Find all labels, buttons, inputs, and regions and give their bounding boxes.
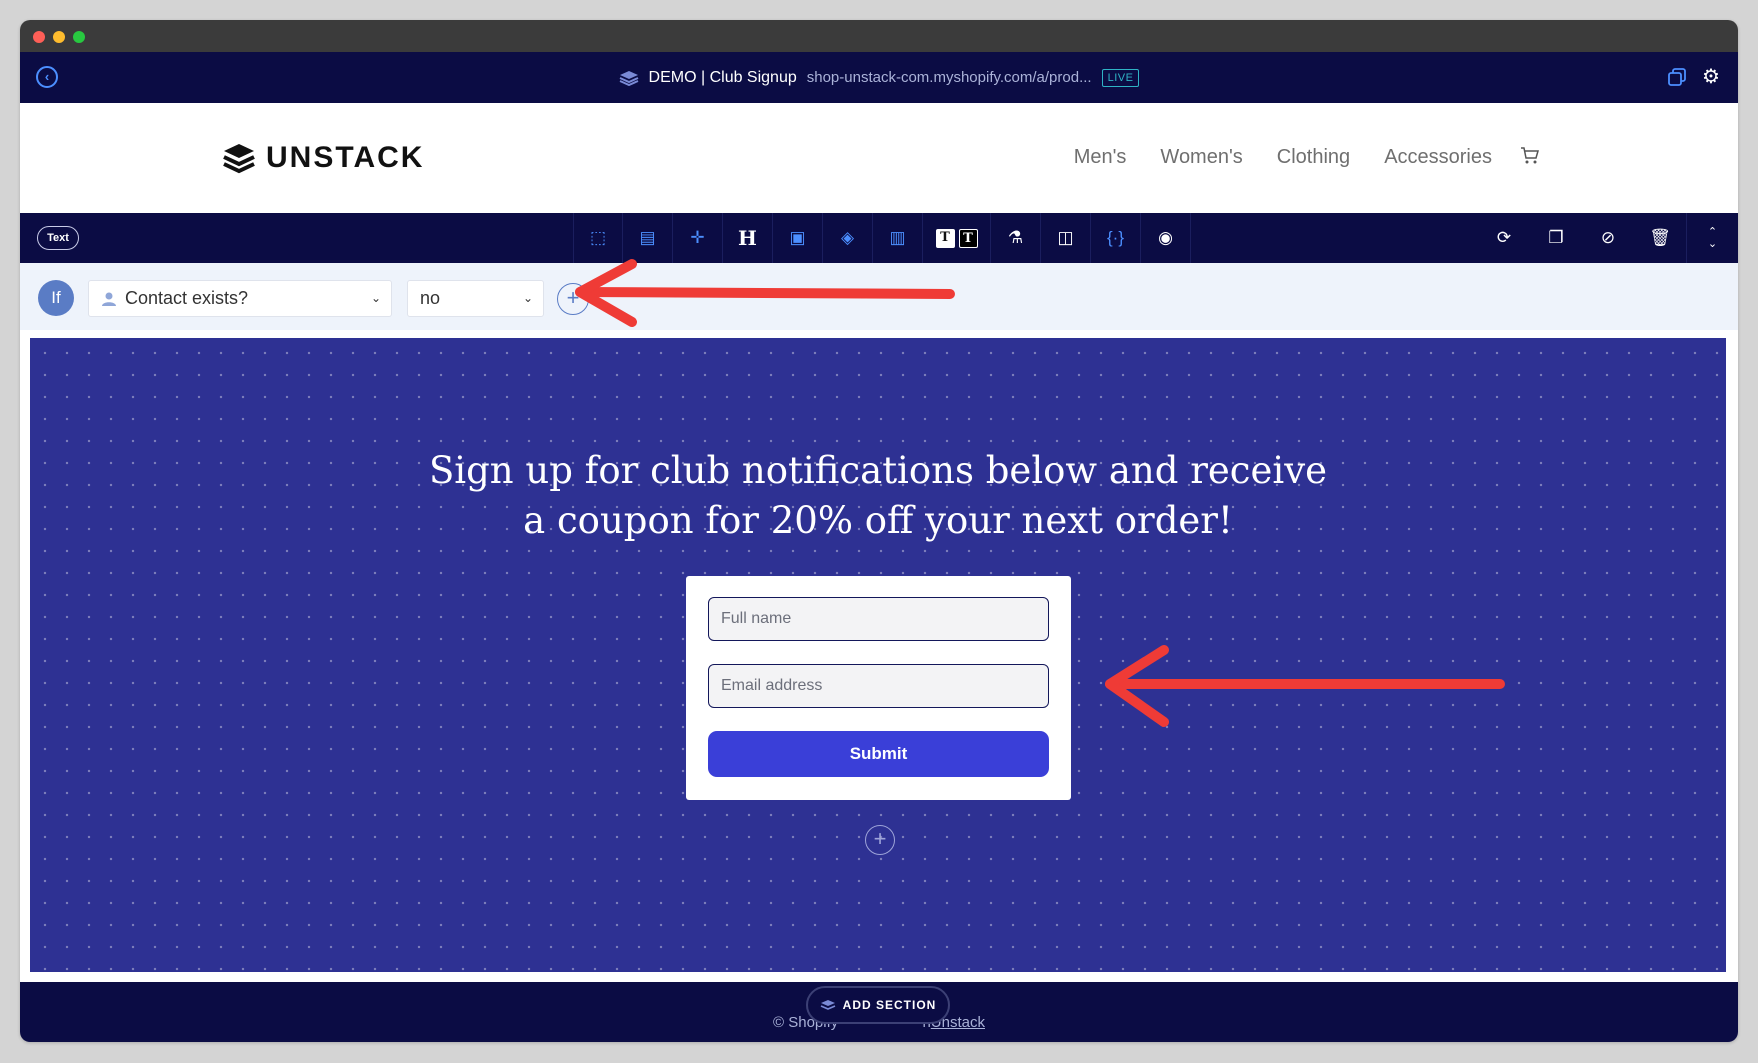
duplicate-icon[interactable]: ❐	[1530, 213, 1582, 263]
film-icon[interactable]: ▤	[623, 213, 673, 263]
person-icon	[102, 292, 116, 306]
store-footer: © Shopify hUnstack ADD SECTION	[20, 982, 1738, 1042]
menu-item-mens[interactable]: Men's	[1074, 146, 1127, 169]
element-type-pill[interactable]: Text	[37, 226, 79, 250]
condition-field-select[interactable]: Contact exists? ⌄	[88, 280, 392, 317]
chevron-up-down-icon[interactable]: ⌃ ⌄	[1686, 213, 1738, 263]
menu-item-womens[interactable]: Women's	[1160, 146, 1242, 169]
stack-icon	[619, 70, 638, 86]
trash-icon[interactable]: 🗑	[1634, 213, 1686, 263]
copy-icon[interactable]	[1668, 68, 1686, 86]
browser-window: ‹ DEMO | Club Signup shop-unstack-com.my…	[20, 20, 1738, 1042]
store-menu: Men's Women's Clothing Accessories	[1074, 146, 1492, 169]
columns-icon[interactable]: ◫	[1041, 213, 1091, 263]
chevron-down-icon: ⌄	[370, 291, 381, 305]
page-title-bar: DEMO | Club Signup shop-unstack-com.mysh…	[20, 52, 1738, 103]
text-light-icon: T	[935, 228, 955, 248]
unstack-logo-icon	[223, 144, 255, 174]
condition-field-label: Contact exists?	[125, 288, 249, 308]
paint-bucket-icon[interactable]: ◈	[823, 213, 873, 263]
add-section-button[interactable]: ADD SECTION	[806, 986, 950, 1024]
add-section-label: ADD SECTION	[842, 998, 937, 1012]
page-title: DEMO | Club Signup	[648, 68, 797, 86]
layout-icon[interactable]: ▥	[873, 213, 923, 263]
text-dark-icon: T	[958, 228, 978, 248]
section-toolbar: Text ⬚ ▤ ✛ H ▣ ◈ ▥ TT ⚗ ◫ {·} ◉ ⟳ ❐ ⊘ 🗑 …	[20, 213, 1738, 263]
flask-icon[interactable]: ⚗	[991, 213, 1041, 263]
add-block-button[interactable]: +	[865, 825, 895, 855]
submit-button[interactable]: Submit	[708, 731, 1049, 777]
live-badge: LIVE	[1101, 68, 1140, 87]
code-braces-icon[interactable]: {·}	[1091, 213, 1141, 263]
window-titlebar	[20, 20, 1738, 52]
image-icon[interactable]: ▣	[773, 213, 823, 263]
menu-item-clothing[interactable]: Clothing	[1277, 146, 1350, 169]
eye-off-icon[interactable]: ⊘	[1582, 213, 1634, 263]
target-icon[interactable]: ◉	[1141, 213, 1191, 263]
signup-form: Full name Email address Submit	[686, 576, 1071, 800]
heading-icon[interactable]: H	[723, 213, 773, 263]
section-actions: ⟳ ❐ ⊘ 🗑 ⌃ ⌄	[1478, 213, 1738, 263]
close-window-button[interactable]	[33, 31, 45, 43]
align-icon[interactable]: ✛	[673, 213, 723, 263]
email-field[interactable]: Email address	[708, 664, 1049, 708]
menu-item-accessories[interactable]: Accessories	[1384, 146, 1492, 169]
gear-icon[interactable]: ⚙	[1702, 67, 1722, 87]
logo-text: UNSTACK	[266, 141, 425, 174]
cart-icon[interactable]	[1520, 145, 1540, 165]
editor-header: ‹ DEMO | Club Signup shop-unstack-com.my…	[20, 52, 1738, 103]
crop-icon[interactable]: ⬚	[573, 213, 623, 263]
hero-headline[interactable]: Sign up for club notifications below and…	[30, 446, 1726, 546]
store-logo[interactable]: UNSTACK	[222, 141, 424, 175]
page-url[interactable]: shop-unstack-com.myshopify.com/a/prod...	[807, 69, 1092, 86]
annotation-arrow-form	[1105, 645, 1505, 727]
full-name-field[interactable]: Full name	[708, 597, 1049, 641]
stack-icon	[820, 999, 835, 1010]
refresh-icon[interactable]: ⟳	[1478, 213, 1530, 263]
headline-line-1: Sign up for club notifications below and…	[428, 449, 1328, 492]
headline-line-2: a coupon for 20% off your next order!	[523, 499, 1233, 542]
minimize-window-button[interactable]	[53, 31, 65, 43]
tool-group: ⬚ ▤ ✛ H ▣ ◈ ▥ TT ⚗ ◫ {·} ◉	[573, 213, 1191, 263]
store-navigation: UNSTACK Men's Women's Clothing Accessori…	[20, 103, 1738, 213]
condition-value-select[interactable]: no ⌄	[407, 280, 544, 317]
annotation-arrow-condition	[575, 259, 955, 327]
if-badge: If	[38, 280, 74, 316]
condition-value-label: no	[420, 288, 441, 308]
text-style-icon[interactable]: TT	[923, 213, 991, 263]
maximize-window-button[interactable]	[73, 31, 85, 43]
chevron-down-icon: ⌄	[522, 291, 533, 305]
